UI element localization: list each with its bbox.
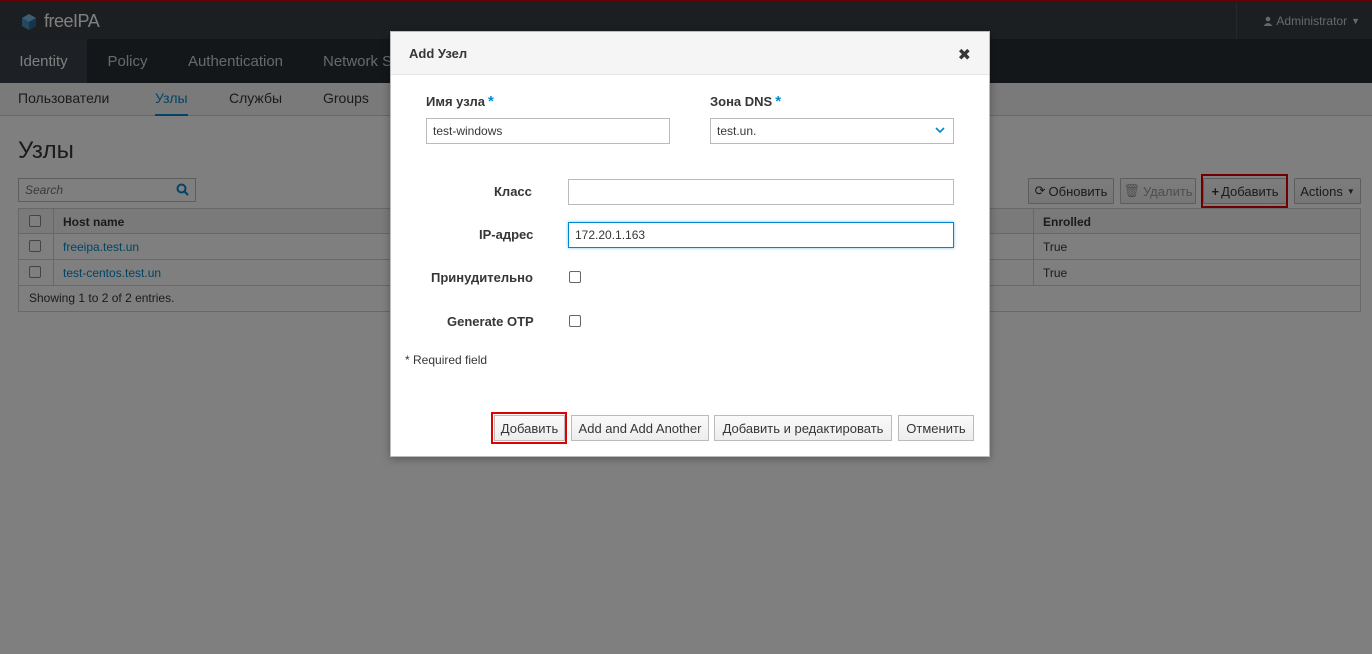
otp-label: Generate OTP xyxy=(447,314,534,329)
add-submit-highlight xyxy=(491,412,567,444)
cancel-button[interactable]: Отменить xyxy=(898,415,974,441)
dialog-header: Add Узел ✖ xyxy=(391,32,989,75)
add-and-edit-button[interactable]: Добавить и редактировать xyxy=(714,415,892,441)
class-label: Класс xyxy=(494,184,532,199)
ip-label: IP-адрес xyxy=(479,227,534,242)
add-and-add-another-button[interactable]: Add and Add Another xyxy=(571,415,709,441)
force-label: Принудительно xyxy=(431,270,533,285)
dnszone-select[interactable]: test.un. xyxy=(710,118,954,144)
hostname-field[interactable]: test-windows xyxy=(426,118,670,144)
required-marker: * xyxy=(488,93,494,110)
class-field[interactable] xyxy=(568,179,954,205)
dialog-title: Add Узел xyxy=(409,46,468,61)
required-field-note: * Required field xyxy=(405,353,488,367)
hostname-label: Имя узла * xyxy=(426,93,494,110)
dnszone-label: Зона DNS * xyxy=(710,93,782,110)
add-host-dialog: Add Узел ✖ Имя узла * test-windows Зона D… xyxy=(390,31,990,457)
generate-otp-checkbox[interactable] xyxy=(569,315,581,327)
close-icon[interactable]: ✖ xyxy=(958,45,971,65)
force-checkbox[interactable] xyxy=(569,271,581,283)
chevron-down-icon xyxy=(935,127,945,134)
required-marker: * xyxy=(775,93,782,110)
ip-address-field[interactable]: 172.20.1.163 xyxy=(568,222,954,248)
